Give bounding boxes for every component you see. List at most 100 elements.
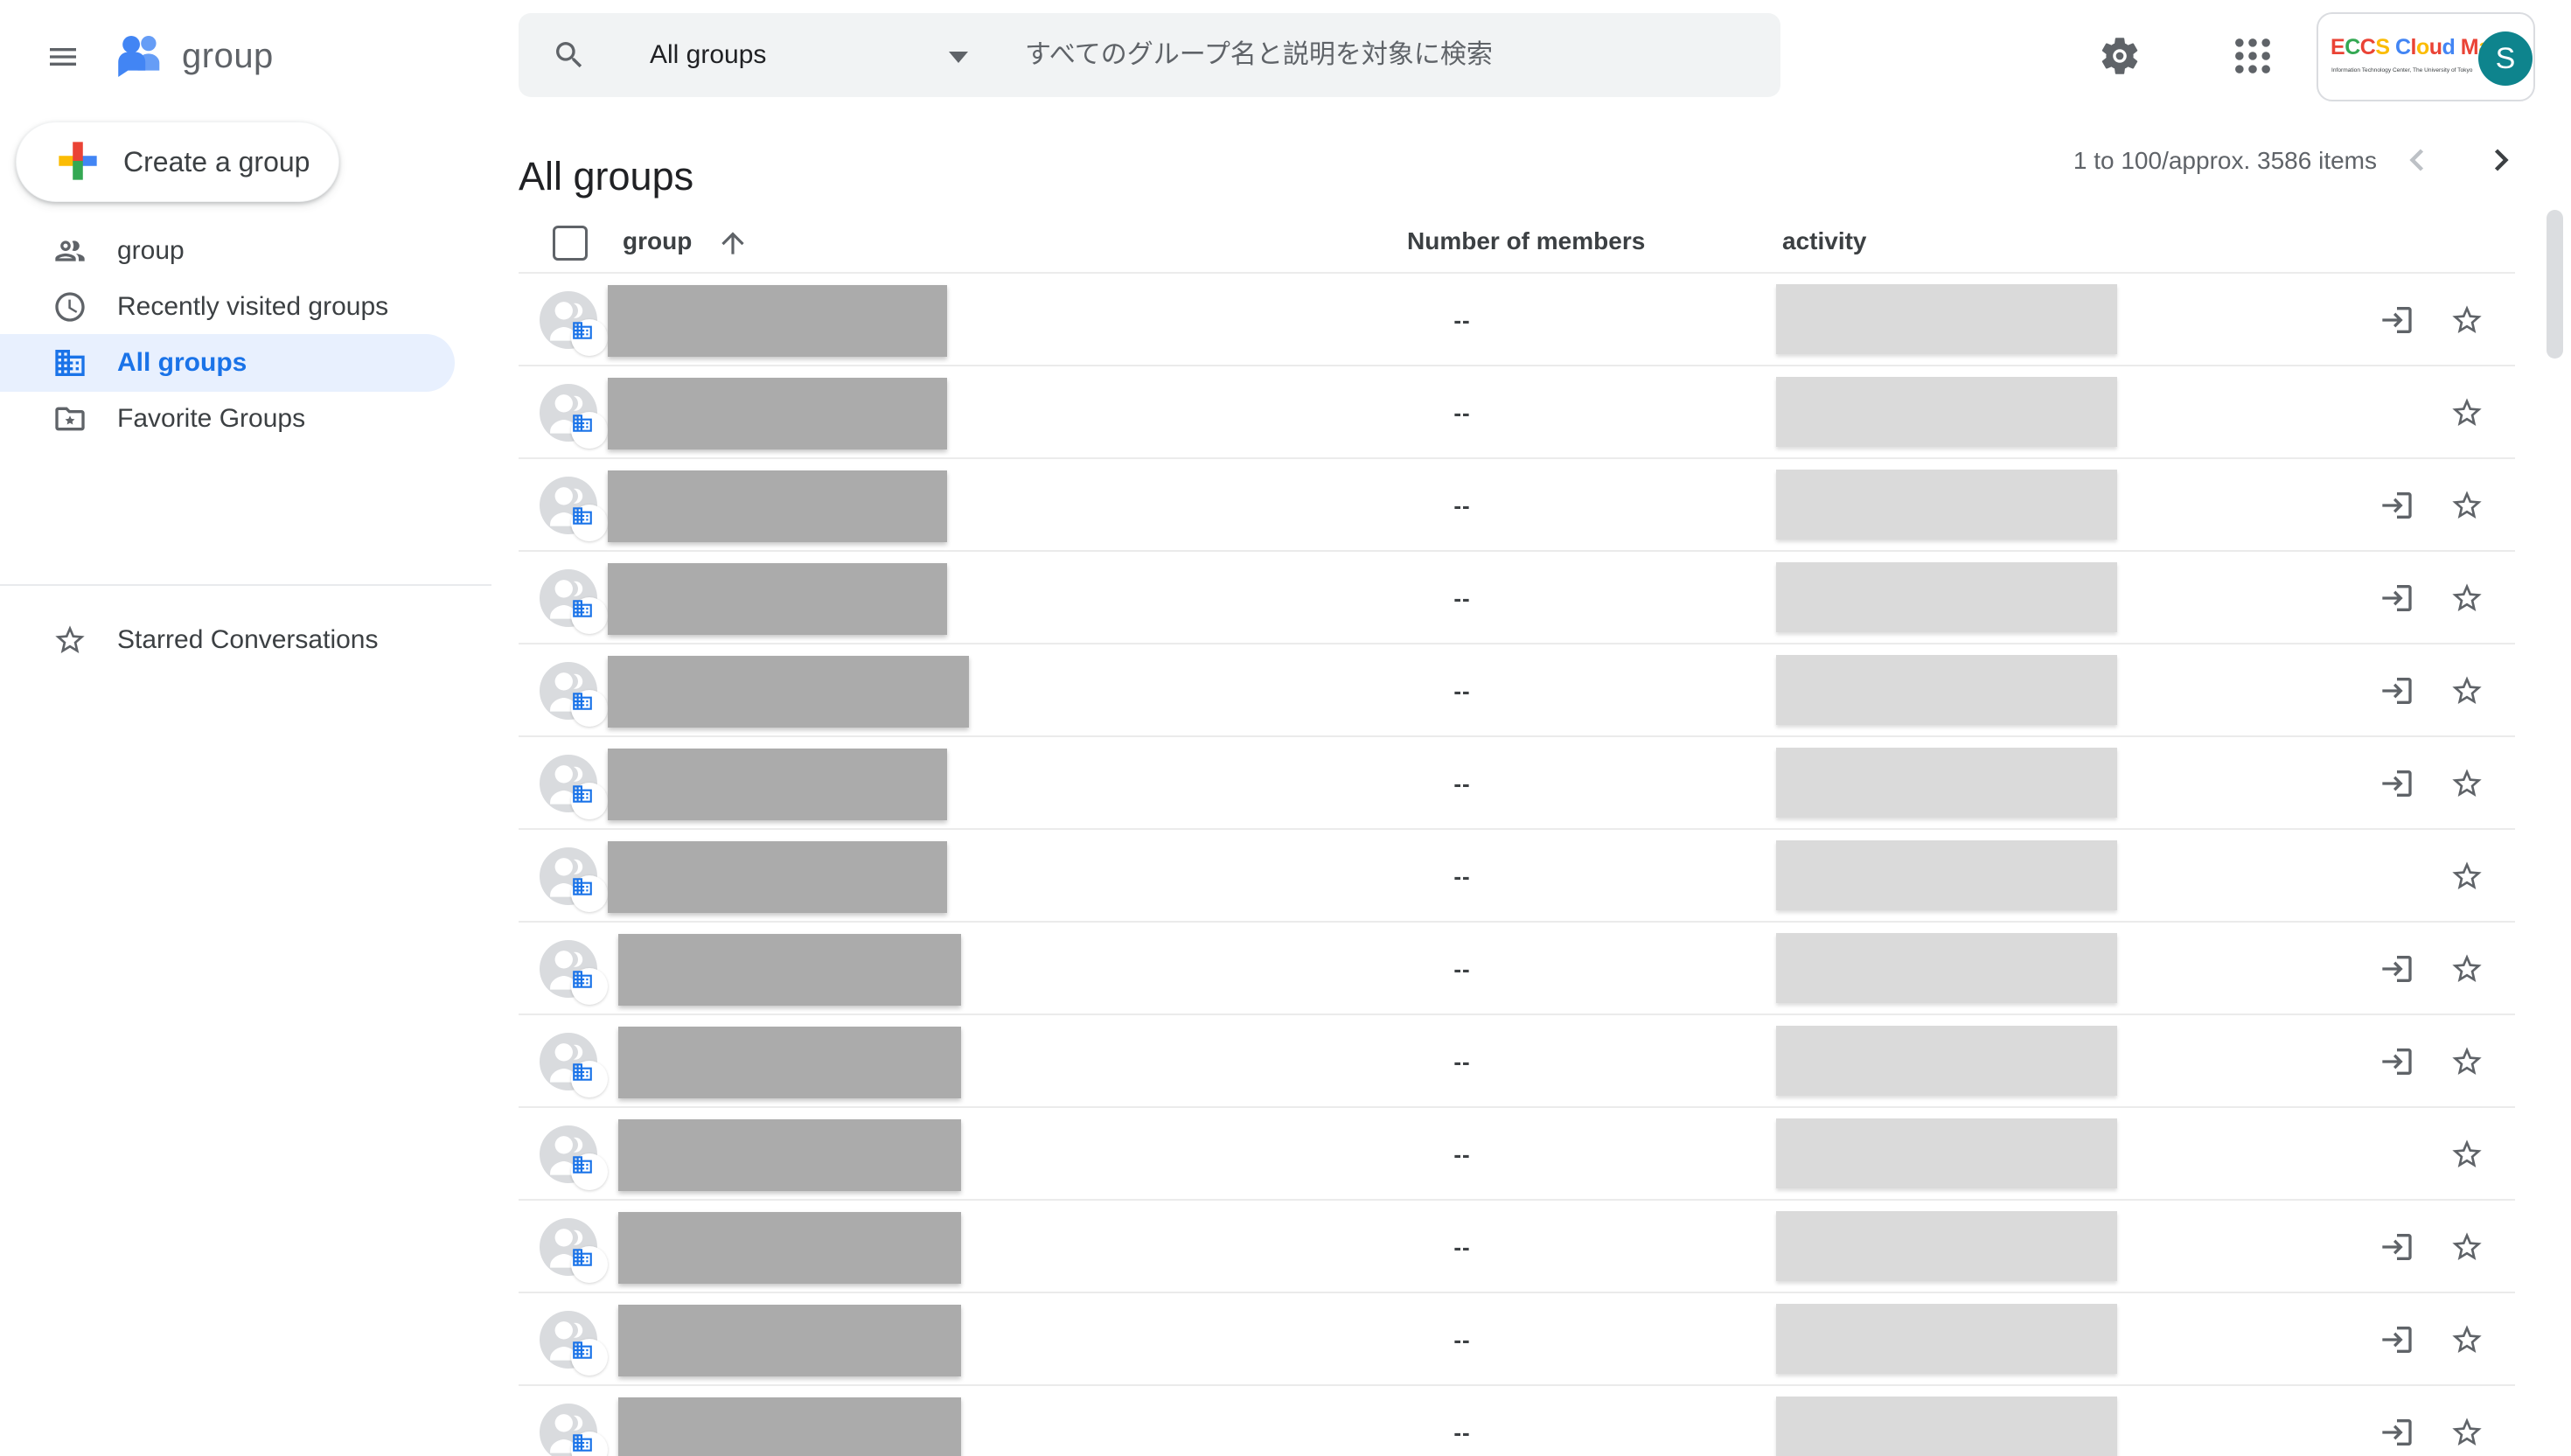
join-group-button[interactable] <box>2379 951 2414 986</box>
column-header-activity[interactable]: activity <box>1782 227 1867 255</box>
sidebar-item-all-groups[interactable]: All groups <box>0 334 455 392</box>
group-name-redacted[interactable] <box>608 470 947 542</box>
table-row[interactable]: -- <box>519 1386 2515 1456</box>
table-row[interactable]: -- <box>519 1015 2515 1108</box>
group-avatar <box>540 1311 597 1369</box>
join-group-button[interactable] <box>2379 1322 2414 1357</box>
star-icon[interactable] <box>2449 1230 2484 1264</box>
join-group-button[interactable] <box>2379 1044 2414 1079</box>
star-icon[interactable] <box>2449 1137 2484 1172</box>
activity-redacted <box>1776 748 2117 818</box>
join-group-button[interactable] <box>2379 303 2414 338</box>
table-row[interactable]: -- <box>519 830 2515 923</box>
join-group-button[interactable] <box>2379 1415 2414 1450</box>
table-row[interactable]: -- <box>519 737 2515 830</box>
groups-logo[interactable]: group <box>114 31 274 81</box>
star-icon[interactable] <box>2449 1415 2484 1450</box>
previous-page-icon[interactable] <box>2396 140 2438 182</box>
join-group-button[interactable] <box>2379 581 2414 616</box>
group-name-redacted[interactable] <box>608 563 947 635</box>
sidebar-item-label: Starred Conversations <box>117 625 378 655</box>
group-name-redacted[interactable] <box>618 1027 961 1098</box>
join-group-button[interactable] <box>2379 488 2414 523</box>
group-avatar <box>540 755 597 812</box>
member-count: -- <box>1410 1201 1515 1293</box>
star-icon[interactable] <box>2449 951 2484 986</box>
sidebar-item-favorite-groups[interactable]: Favorite Groups <box>0 390 455 448</box>
group-name-redacted[interactable] <box>618 1397 961 1456</box>
star-icon[interactable] <box>2449 1322 2484 1357</box>
sidebar-item-recent-groups[interactable]: Recently visited groups <box>0 278 455 336</box>
star-icon[interactable] <box>2449 766 2484 801</box>
star-icon[interactable] <box>2449 581 2484 616</box>
table-row[interactable]: -- <box>519 552 2515 644</box>
star-icon[interactable] <box>2449 395 2484 430</box>
join-group-button[interactable] <box>2379 673 2414 708</box>
groups-table: group Number of members activity -- <box>519 214 2515 1456</box>
table-row[interactable]: -- <box>519 459 2515 552</box>
sidebar-item-starred-conversations[interactable]: Starred Conversations <box>0 611 455 669</box>
scrollbar-thumb[interactable] <box>2547 210 2563 359</box>
member-count: -- <box>1410 923 1515 1015</box>
search-input[interactable] <box>1023 13 1740 97</box>
sidebar-item-group[interactable]: group <box>0 222 455 280</box>
apps-grid-icon[interactable] <box>2228 32 2277 81</box>
group-name-redacted[interactable] <box>608 656 969 728</box>
search-bar: All groups <box>519 13 1780 97</box>
member-count: -- <box>1410 644 1515 737</box>
next-page-icon[interactable] <box>2480 140 2522 182</box>
group-avatar <box>540 847 597 905</box>
sidebar-item-label: Recently visited groups <box>117 292 388 322</box>
search-scope-dropdown[interactable]: All groups <box>650 13 766 97</box>
organization-badge-icon <box>571 1432 608 1456</box>
table-row[interactable]: -- <box>519 1293 2515 1386</box>
group-name-redacted[interactable] <box>618 1212 961 1284</box>
activity-redacted <box>1776 284 2117 354</box>
group-avatar <box>540 384 597 442</box>
activity-redacted <box>1776 1211 2117 1281</box>
group-avatar <box>540 940 597 998</box>
column-header-group[interactable]: group <box>623 227 692 255</box>
pagination-label: 1 to 100/approx. 3586 items <box>2073 147 2377 175</box>
search-icon[interactable] <box>552 38 587 77</box>
join-group-button[interactable] <box>2379 1230 2414 1264</box>
group-name-redacted[interactable] <box>608 749 947 820</box>
star-icon[interactable] <box>2449 859 2484 894</box>
hamburger-menu-icon[interactable] <box>35 29 91 85</box>
column-header-members[interactable]: Number of members <box>1407 227 1645 255</box>
group-name-redacted[interactable] <box>618 1119 961 1191</box>
star-icon[interactable] <box>2449 673 2484 708</box>
group-name-redacted[interactable] <box>608 378 947 449</box>
member-count: -- <box>1410 274 1515 366</box>
groups-logo-icon <box>114 31 166 81</box>
organization-badge-icon <box>571 968 608 1005</box>
select-all-checkbox[interactable] <box>553 226 588 261</box>
group-name-redacted[interactable] <box>618 934 961 1006</box>
chevron-down-icon[interactable] <box>949 52 968 63</box>
star-icon[interactable] <box>2449 488 2484 523</box>
table-row[interactable]: -- <box>519 1201 2515 1293</box>
group-name-redacted[interactable] <box>608 285 947 357</box>
activity-redacted <box>1776 933 2117 1003</box>
gear-icon[interactable] <box>2095 32 2144 81</box>
join-group-button[interactable] <box>2379 766 2414 801</box>
table-row[interactable]: -- <box>519 644 2515 737</box>
group-name-redacted[interactable] <box>608 841 947 913</box>
table-row[interactable]: -- <box>519 366 2515 459</box>
table-row[interactable]: -- <box>519 1108 2515 1201</box>
create-group-button[interactable]: Create a group <box>16 122 339 202</box>
table-row[interactable]: -- <box>519 923 2515 1015</box>
member-count: -- <box>1410 1015 1515 1108</box>
activity-redacted <box>1776 655 2117 725</box>
group-name-redacted[interactable] <box>618 1305 961 1376</box>
organization-badge-icon <box>571 597 608 634</box>
org-subtitle: Information Technology Center, The Unive… <box>2331 66 2472 73</box>
sort-ascending-icon[interactable] <box>716 226 749 264</box>
avatar[interactable]: S <box>2478 31 2533 86</box>
group-avatar <box>540 477 597 534</box>
star-icon[interactable] <box>2449 1044 2484 1079</box>
table-row[interactable]: -- <box>519 274 2515 366</box>
star-icon[interactable] <box>2449 303 2484 338</box>
organization-badge-icon <box>571 875 608 912</box>
organization-badge-icon <box>571 1246 608 1283</box>
